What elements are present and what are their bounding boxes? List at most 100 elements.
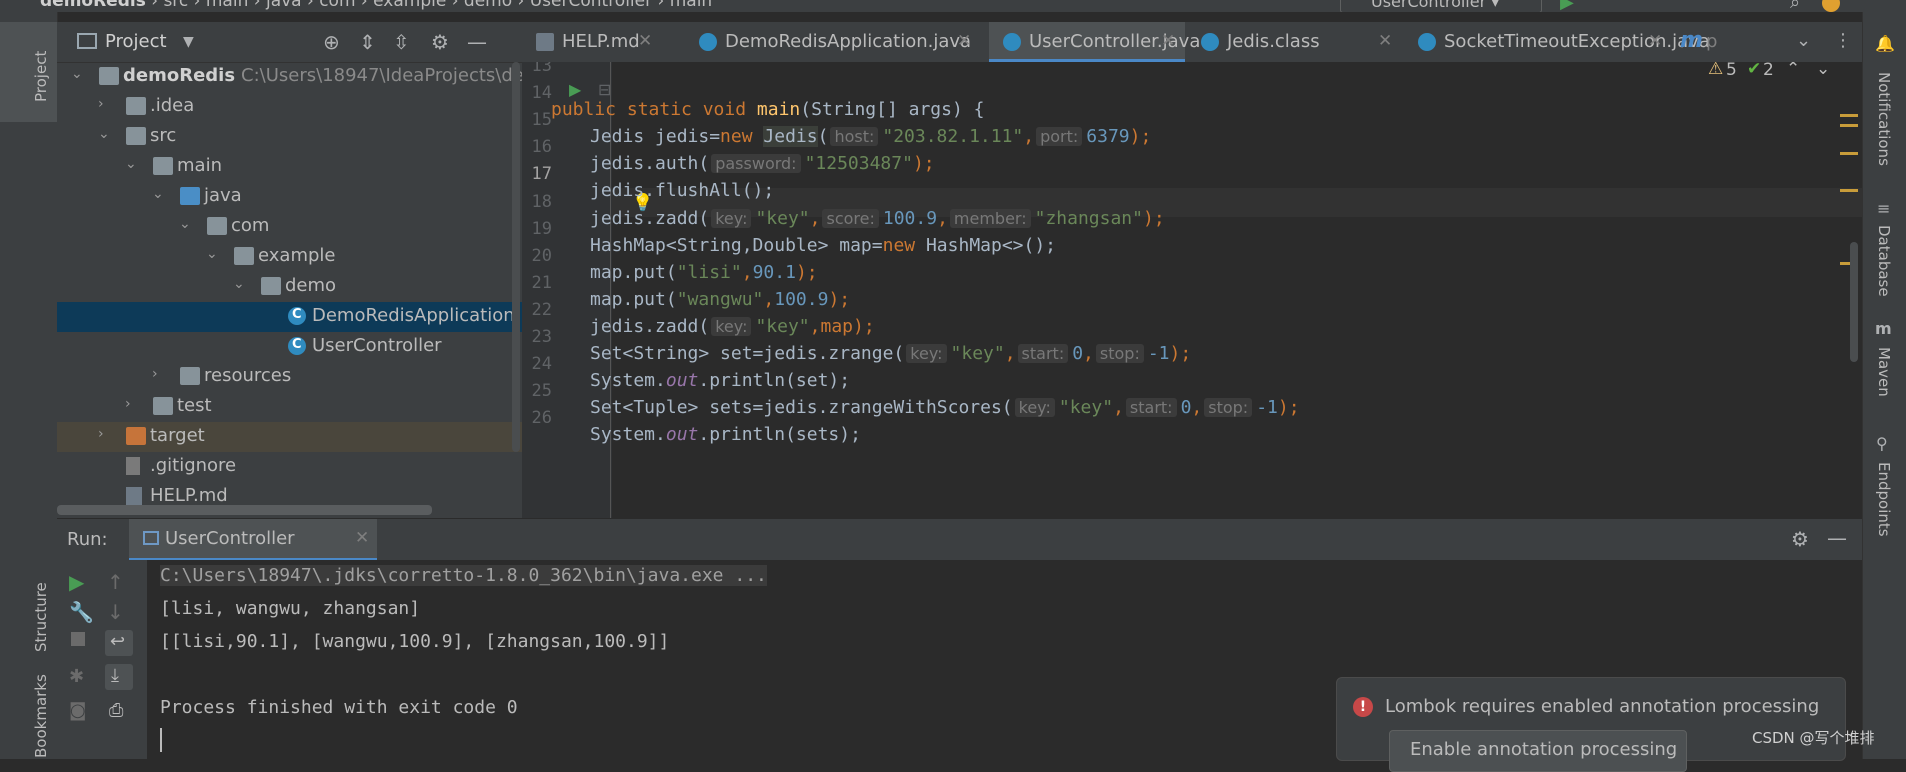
bug-icon[interactable]: ✱: [69, 666, 84, 687]
tree-node[interactable]: ⌄ example: [57, 242, 522, 272]
chevron-down-icon[interactable]: ⌄: [179, 216, 191, 232]
enable-annotation-processing-button[interactable]: Enable annotation processing: [1389, 730, 1687, 772]
hide-icon[interactable]: —: [1827, 526, 1847, 550]
breadcrumb-item[interactable]: java: [266, 0, 302, 11]
up-icon[interactable]: ↑: [107, 570, 124, 594]
close-icon[interactable]: ✕: [957, 31, 971, 51]
stop-icon[interactable]: [71, 632, 85, 646]
tree-node[interactable]: ⌄ com: [57, 212, 522, 242]
project-tool-button[interactable]: Project: [0, 22, 57, 122]
print-icon[interactable]: ⎙: [109, 700, 123, 721]
close-icon[interactable]: ✕: [1161, 31, 1175, 51]
gear-icon[interactable]: ⚙: [1791, 527, 1809, 551]
tree-node[interactable]: ⌄ src: [57, 122, 522, 152]
close-icon[interactable]: ✕: [1648, 31, 1662, 51]
collapse-all-icon[interactable]: ⇳: [393, 30, 410, 54]
tree-node[interactable]: ⌄ demo: [57, 272, 522, 302]
locate-icon[interactable]: ⊕: [323, 30, 340, 54]
chevron-down-icon[interactable]: ⌄: [206, 246, 218, 262]
chevron-right-icon[interactable]: ›: [98, 96, 104, 112]
tree-node[interactable]: ⌄ demoRedis C:\Users\18947\IdeaProjects\de…: [57, 62, 522, 92]
project-view-selector[interactable]: Project: [105, 31, 167, 52]
chevron-down-icon[interactable]: ⌄: [233, 276, 245, 292]
down-icon[interactable]: ↓: [107, 600, 124, 624]
breadcrumb-item[interactable]: example: [373, 0, 446, 11]
notifications-tool-button[interactable]: 🔔 Notifications: [1863, 32, 1906, 182]
camera-icon[interactable]: ◙: [69, 700, 86, 721]
chevron-down-icon[interactable]: ⌄: [98, 126, 110, 142]
run-gutter-icon[interactable]: ▶: [569, 80, 581, 99]
class-icon: [1201, 33, 1219, 51]
line-number: 17: [531, 164, 552, 185]
error-stripe-mark[interactable]: [1840, 114, 1858, 117]
structure-tool-button[interactable]: Structure: [0, 552, 57, 662]
breadcrumb-item[interactable]: UserController: [530, 0, 652, 11]
breadcrumb-item[interactable]: main: [206, 0, 248, 11]
horizontal-scrollbar[interactable]: [57, 505, 432, 515]
chevron-down-icon[interactable]: ⌄: [71, 66, 83, 82]
chevron-down-icon[interactable]: ⌄: [1796, 30, 1811, 51]
editor-tab[interactable]: UserController.java ✕: [989, 22, 1200, 62]
endpoints-tool-button[interactable]: ⚲ Endpoints: [1863, 432, 1906, 562]
tree-node[interactable]: › test: [57, 392, 522, 422]
chevron-right-icon[interactable]: ›: [98, 426, 104, 442]
breadcrumb-item[interactable]: demoRedis: [40, 0, 146, 11]
tree-node[interactable]: ⌄ java: [57, 182, 522, 212]
editor-tab[interactable]: DemoRedisApplication.java ✕: [685, 22, 981, 62]
run-config-selector[interactable]: UserController ▾: [1340, 0, 1542, 12]
run-tab[interactable]: UserController ✕: [129, 519, 377, 561]
tree-node[interactable]: › resources: [57, 362, 522, 392]
editor-tab[interactable]: Jedis.class ✕: [1187, 22, 1402, 62]
wrench-icon[interactable]: 🔧: [69, 600, 94, 624]
code-token: jedis.flushAll();: [590, 180, 775, 202]
editor-tab[interactable]: SocketTimeoutException.java ✕: [1404, 22, 1710, 62]
parameter-hint: host:: [830, 127, 879, 147]
close-icon[interactable]: ✕: [1378, 31, 1392, 51]
more-icon[interactable]: ⋮: [1834, 30, 1852, 51]
database-tool-button[interactable]: ≡ Database: [1863, 197, 1906, 307]
breadcrumb-item[interactable]: com: [319, 0, 355, 11]
tree-node[interactable]: › target: [57, 422, 522, 452]
expand-all-icon[interactable]: ⇕: [359, 30, 376, 54]
search-icon[interactable]: ⌕: [1790, 0, 1800, 12]
warning-icon[interactable]: ⚠: [1708, 62, 1723, 79]
error-stripe-mark[interactable]: [1840, 152, 1858, 155]
tree-node[interactable]: DemoRedisApplication: [57, 302, 522, 332]
editor-tab[interactable]: mp: [1674, 22, 1744, 62]
chevron-right-icon[interactable]: ›: [152, 366, 158, 382]
close-icon[interactable]: ✕: [355, 528, 369, 548]
scroll-to-end-button[interactable]: ⤓: [105, 664, 133, 690]
tree-node[interactable]: UserController: [57, 332, 522, 362]
breadcrumb-item[interactable]: main: [670, 0, 712, 11]
breadcrumb-item[interactable]: demo: [464, 0, 512, 11]
rerun-icon[interactable]: ▶: [69, 570, 84, 594]
chevron-down-icon[interactable]: ▼: [183, 34, 194, 50]
vertical-scrollbar[interactable]: [512, 62, 520, 452]
tree-node[interactable]: › .idea: [57, 92, 522, 122]
gear-icon[interactable]: ⚙: [431, 30, 449, 54]
chevron-down-icon[interactable]: ⌄: [152, 186, 164, 202]
line-number: 19: [531, 218, 552, 239]
maven-tool-button[interactable]: m Maven: [1863, 317, 1906, 417]
tree-node[interactable]: .gitignore: [57, 452, 522, 482]
code-token: (: [817, 126, 829, 148]
error-stripe-mark[interactable]: [1840, 189, 1858, 192]
update-icon[interactable]: [1822, 0, 1840, 12]
chevron-right-icon[interactable]: ›: [125, 396, 131, 412]
soft-wrap-button[interactable]: ↩: [105, 630, 133, 656]
close-icon[interactable]: ✕: [638, 31, 652, 51]
breadcrumb-item[interactable]: src: [163, 0, 188, 11]
chevron-up-icon[interactable]: ⌃: [1786, 62, 1800, 79]
class-icon: [699, 33, 717, 51]
code-editor[interactable]: 13 14 15 16 17 18 19 20 21 22 23 24 25 26 ▶ ⊟ 💡 publi…: [522, 62, 1862, 518]
editor-tab[interactable]: HELP.md ✕: [522, 22, 662, 62]
hide-icon[interactable]: —: [467, 30, 487, 54]
chevron-down-icon[interactable]: ⌄: [1816, 62, 1830, 79]
bookmarks-tool-button[interactable]: Bookmarks: [0, 674, 57, 759]
editor-scrollbar[interactable]: [1850, 242, 1858, 362]
weak-warning-icon[interactable]: ✔: [1747, 62, 1761, 79]
error-stripe-mark[interactable]: [1840, 124, 1858, 127]
chevron-down-icon[interactable]: ⌄: [125, 156, 137, 172]
tree-node[interactable]: ⌄ main: [57, 152, 522, 182]
run-icon[interactable]: ▶: [1560, 0, 1574, 12]
